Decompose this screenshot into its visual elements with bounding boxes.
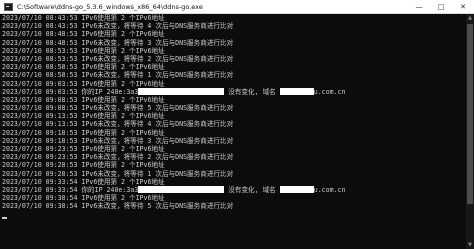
log-message: IPv6未改变，将等待 1 次后与DNS服务商进行比对 — [81, 71, 234, 80]
log-timestamp: 2023/07/10 08:58:53 — [2, 63, 78, 72]
log-timestamp: 2023/07/10 09:38:54 — [2, 194, 78, 203]
log-message: IPv6未改变，将等待 2 次后与DNS服务商进行比对 — [81, 153, 234, 162]
minimize-button[interactable]: — — [408, 0, 430, 14]
log-message: IPv6使用第 2 个IPv6地址 — [81, 30, 165, 39]
log-timestamp: 2023/07/10 09:08:53 — [2, 104, 78, 113]
redacted-ip-block — [138, 186, 225, 194]
console-line: 2023/07/10 09:03:53 IPv6使用第 2 个IPv6地址 — [2, 80, 466, 88]
console-line: 2023/07/10 09:33:54 IPv6使用第 2 个IPv6地址 — [2, 178, 466, 186]
console-app-icon[interactable] — [4, 2, 13, 11]
scroll-thumb[interactable] — [467, 24, 473, 204]
window-controls: — □ ✕ — [408, 0, 474, 14]
log-message-part: 没有变化, 域名 — [224, 185, 280, 194]
log-message-part: 没有变化, 域名 — [224, 87, 280, 96]
console-line: 2023/07/10 08:53:53 IPv6未改变，将等待 2 次后与DNS… — [2, 55, 466, 63]
console-line: 2023/07/10 09:23:53 IPv6未改变，将等待 2 次后与DNS… — [2, 153, 466, 161]
log-timestamp: 2023/07/10 08:53:53 — [2, 54, 78, 63]
log-timestamp: 2023/07/10 09:28:53 — [2, 161, 78, 170]
console-line: 2023/07/10 09:23:53 IPv6使用第 2 个IPv6地址 — [2, 145, 466, 153]
log-message: IPv6使用第 2 个IPv6地址 — [81, 177, 165, 186]
log-message: IPv6未改变，将等待 4 次后与DNS服务商进行比对 — [81, 120, 234, 129]
log-message: IPv6使用第 2 个IPv6地址 — [81, 128, 165, 137]
console-line: 2023/07/10 09:28:53 IPv6使用第 2 个IPv6地址 — [2, 161, 466, 169]
log-timestamp: 2023/07/10 09:33:54 — [2, 185, 78, 194]
log-timestamp: 2023/07/10 08:43:53 — [2, 22, 78, 31]
log-timestamp: 2023/07/10 09:13:53 — [2, 112, 78, 121]
log-message: IPv6使用第 2 个IPv6地址 — [81, 95, 165, 104]
console-line: 2023/07/10 08:58:53 IPv6未改变，将等待 1 次后与DNS… — [2, 71, 466, 79]
log-timestamp: 2023/07/10 09:33:54 — [2, 177, 78, 186]
redacted-domain-block — [279, 186, 314, 194]
vertical-scrollbar[interactable]: ▲ ▼ — [466, 14, 474, 249]
log-timestamp: 2023/07/10 09:23:53 — [2, 153, 78, 162]
log-message: IPv6未改变，将等待 3 次后与DNS服务商进行比对 — [81, 136, 234, 145]
log-timestamp: 2023/07/10 09:03:53 — [2, 87, 78, 96]
log-timestamp: 2023/07/10 09:18:53 — [2, 128, 78, 137]
log-timestamp: 2023/07/10 09:03:53 — [2, 79, 78, 88]
console-line: 2023/07/10 09:18:53 IPv6未改变，将等待 3 次后与DNS… — [2, 137, 466, 145]
console-line: 2023/07/10 08:58:53 IPv6使用第 2 个IPv6地址 — [2, 63, 466, 71]
log-message: IPv6使用第 2 个IPv6地址 — [81, 46, 165, 55]
log-timestamp: 2023/07/10 09:18:53 — [2, 136, 78, 145]
log-message: IPv6使用第 2 个IPv6地址 — [81, 161, 165, 170]
console-line: 2023/07/10 09:08:53 IPv6使用第 2 个IPv6地址 — [2, 96, 466, 104]
log-timestamp: 2023/07/10 09:13:53 — [2, 120, 78, 129]
console-prompt-line[interactable] — [2, 211, 466, 219]
log-message: IPv6未改变，将等待 2 次后与DNS服务商进行比对 — [81, 54, 234, 63]
console-line: 2023/07/10 08:43:53 IPv6使用第 2 个IPv6地址 — [2, 14, 466, 22]
log-message: IPv6未改变，将等待 1 次后与DNS服务商进行比对 — [81, 169, 234, 178]
log-domain-suffix: u.com.cn — [313, 87, 346, 96]
text-cursor — [2, 216, 7, 219]
log-timestamp: 2023/07/10 09:23:53 — [2, 145, 78, 153]
scroll-down-arrow-icon[interactable]: ▼ — [466, 241, 474, 249]
console-line: 2023/07/10 09:38:54 IPv6未改变，将等待 5 次后与DNS… — [2, 202, 466, 210]
console-line: 2023/07/10 09:08:53 IPv6未改变，将等待 5 次后与DNS… — [2, 104, 466, 112]
log-message: 你的IP 240e:3a3 — [81, 185, 139, 194]
log-message: IPv6未改变，将等待 5 次后与DNS服务商进行比对 — [81, 202, 234, 211]
console-line: 2023/07/10 09:13:53 IPv6使用第 2 个IPv6地址 — [2, 112, 466, 120]
log-timestamp: 2023/07/10 08:53:53 — [2, 46, 78, 55]
console-line: 2023/07/10 09:03:53 你的IP 240e:3a3 没有变化, … — [2, 88, 466, 96]
log-message: IPv6未改变，将等待 4 次后与DNS服务商进行比对 — [81, 22, 234, 31]
console-line: 2023/07/10 08:43:53 IPv6未改变，将等待 4 次后与DNS… — [2, 22, 466, 30]
log-message: IPv6未改变，将等待 5 次后与DNS服务商进行比对 — [81, 104, 234, 113]
log-timestamp: 2023/07/10 08:58:53 — [2, 71, 78, 80]
scroll-up-arrow-icon[interactable]: ▲ — [466, 14, 474, 22]
log-message: IPv6使用第 2 个IPv6地址 — [81, 194, 165, 203]
log-message: 你的IP 240e:3a3 — [81, 87, 139, 96]
log-message: IPv6使用第 2 个IPv6地址 — [81, 14, 165, 22]
redacted-ip-block — [138, 88, 225, 96]
log-message: IPv6使用第 2 个IPv6地址 — [81, 145, 165, 153]
console-line: 2023/07/10 08:48:53 IPv6未改变，将等待 3 次后与DNS… — [2, 39, 466, 47]
console-line: 2023/07/10 09:33:54 你的IP 240e:3a3 没有变化, … — [2, 186, 466, 194]
log-message: IPv6使用第 2 个IPv6地址 — [81, 79, 165, 88]
console-window: C:\Software\ddns-go_5.3.6_windows_x86_64… — [0, 0, 474, 249]
log-timestamp: 2023/07/10 09:08:53 — [2, 95, 78, 104]
log-message: IPv6未改变，将等待 3 次后与DNS服务商进行比对 — [81, 38, 234, 47]
console-line: 2023/07/10 08:48:53 IPv6使用第 2 个IPv6地址 — [2, 30, 466, 38]
log-timestamp: 2023/07/10 08:48:53 — [2, 30, 78, 39]
log-message: IPv6使用第 2 个IPv6地址 — [81, 112, 165, 121]
console-line: 2023/07/10 09:28:53 IPv6未改变，将等待 1 次后与DNS… — [2, 170, 466, 178]
window-title: C:\Software\ddns-go_5.3.6_windows_x86_64… — [17, 2, 203, 11]
log-timestamp: 2023/07/10 09:38:54 — [2, 202, 78, 211]
redacted-domain-block — [279, 88, 314, 96]
maximize-button[interactable]: □ — [430, 0, 452, 14]
console-output[interactable]: 2023/07/10 08:43:53 IPv6使用第 2 个IPv6地址 202… — [0, 14, 466, 249]
log-timestamp: 2023/07/10 09:28:53 — [2, 169, 78, 178]
console-line: 2023/07/10 09:13:53 IPv6未改变，将等待 4 次后与DNS… — [2, 120, 466, 128]
console-line: 2023/07/10 08:53:53 IPv6使用第 2 个IPv6地址 — [2, 47, 466, 55]
log-message: IPv6使用第 2 个IPv6地址 — [81, 63, 165, 72]
console-line: 2023/07/10 09:38:54 IPv6使用第 2 个IPv6地址 — [2, 194, 466, 202]
console-line: 2023/07/10 09:18:53 IPv6使用第 2 个IPv6地址 — [2, 129, 466, 137]
log-timestamp: 2023/07/10 08:43:53 — [2, 14, 78, 22]
log-timestamp: 2023/07/10 08:48:53 — [2, 38, 78, 47]
title-bar[interactable]: C:\Software\ddns-go_5.3.6_windows_x86_64… — [0, 0, 474, 14]
log-domain-suffix: u.com.cn — [313, 185, 346, 194]
close-button[interactable]: ✕ — [452, 0, 474, 14]
